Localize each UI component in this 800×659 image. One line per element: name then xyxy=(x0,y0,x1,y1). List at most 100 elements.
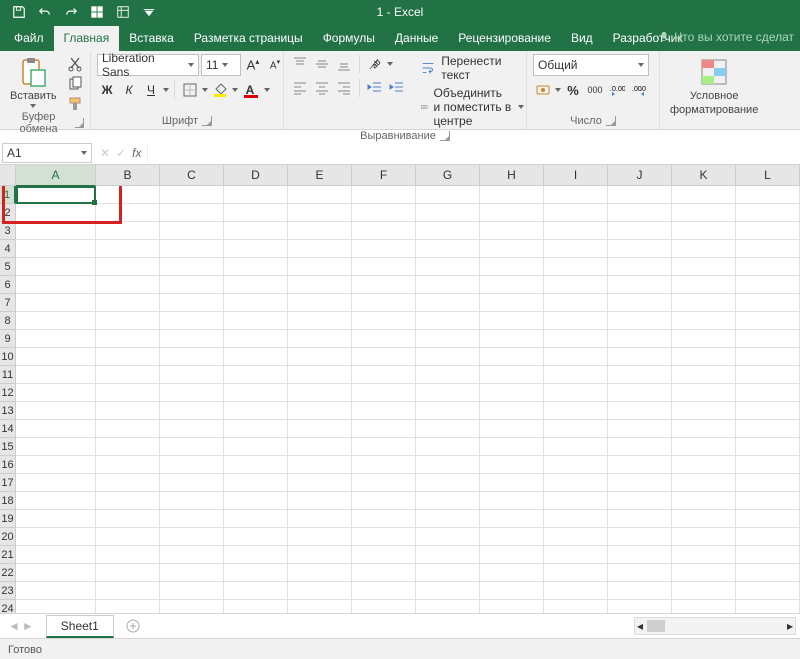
cell[interactable] xyxy=(608,204,672,222)
cell[interactable] xyxy=(544,258,608,276)
cell[interactable] xyxy=(16,240,96,258)
cell[interactable] xyxy=(416,510,480,528)
cell[interactable] xyxy=(96,312,160,330)
sheet-nav-prev[interactable]: ◄ xyxy=(8,619,20,633)
cell[interactable] xyxy=(16,456,96,474)
cell[interactable] xyxy=(544,348,608,366)
tell-me-search[interactable]: Что вы хотите сделат xyxy=(658,30,794,44)
cell[interactable] xyxy=(96,348,160,366)
cell[interactable] xyxy=(352,582,416,600)
cell[interactable] xyxy=(416,564,480,582)
cell[interactable] xyxy=(160,510,224,528)
cell[interactable] xyxy=(736,312,800,330)
cell[interactable] xyxy=(544,402,608,420)
cell[interactable] xyxy=(96,240,160,258)
cell[interactable] xyxy=(288,276,352,294)
row-header[interactable]: 19 xyxy=(0,510,16,528)
row-header[interactable]: 23 xyxy=(0,582,16,600)
cell[interactable] xyxy=(224,510,288,528)
scroll-thumb[interactable] xyxy=(647,620,665,632)
cell[interactable] xyxy=(480,222,544,240)
cell[interactable] xyxy=(16,312,96,330)
cell[interactable] xyxy=(480,258,544,276)
cell[interactable] xyxy=(544,384,608,402)
cell[interactable] xyxy=(352,384,416,402)
cell[interactable] xyxy=(672,186,736,204)
column-header[interactable]: H xyxy=(480,165,544,186)
cell[interactable] xyxy=(672,492,736,510)
row-header[interactable]: 3 xyxy=(0,222,16,240)
cell[interactable] xyxy=(160,330,224,348)
cell[interactable] xyxy=(352,510,416,528)
cell[interactable] xyxy=(160,348,224,366)
cell[interactable] xyxy=(288,258,352,276)
cell[interactable] xyxy=(160,240,224,258)
cell[interactable] xyxy=(16,258,96,276)
cell[interactable] xyxy=(16,438,96,456)
cell[interactable] xyxy=(608,240,672,258)
cell[interactable] xyxy=(96,546,160,564)
cell[interactable] xyxy=(480,240,544,258)
cell[interactable] xyxy=(736,564,800,582)
cell[interactable] xyxy=(736,402,800,420)
align-bottom-button[interactable] xyxy=(334,54,354,74)
cell[interactable] xyxy=(736,330,800,348)
cell[interactable] xyxy=(544,474,608,492)
cell[interactable] xyxy=(16,222,96,240)
select-all-corner[interactable] xyxy=(0,165,16,186)
cell[interactable] xyxy=(288,348,352,366)
cell[interactable] xyxy=(96,510,160,528)
cell[interactable] xyxy=(16,348,96,366)
cell[interactable] xyxy=(352,294,416,312)
column-header[interactable]: I xyxy=(544,165,608,186)
cell[interactable] xyxy=(96,528,160,546)
cell[interactable] xyxy=(224,474,288,492)
cell[interactable] xyxy=(608,474,672,492)
cell[interactable] xyxy=(352,240,416,258)
cell[interactable] xyxy=(16,204,96,222)
cell[interactable] xyxy=(608,258,672,276)
row-header[interactable]: 22 xyxy=(0,564,16,582)
row-header[interactable]: 1 xyxy=(0,186,16,204)
cell[interactable] xyxy=(96,384,160,402)
font-name-combo[interactable]: Liberation Sans xyxy=(97,54,199,76)
cell[interactable] xyxy=(96,366,160,384)
cell[interactable] xyxy=(608,438,672,456)
cell[interactable] xyxy=(224,528,288,546)
cell[interactable] xyxy=(608,546,672,564)
cell[interactable] xyxy=(288,312,352,330)
cell[interactable] xyxy=(736,600,800,613)
cell[interactable] xyxy=(608,510,672,528)
cell[interactable] xyxy=(608,384,672,402)
cell[interactable] xyxy=(672,258,736,276)
column-header[interactable]: L xyxy=(736,165,800,186)
cell[interactable] xyxy=(544,276,608,294)
cell[interactable] xyxy=(352,564,416,582)
cell[interactable] xyxy=(480,492,544,510)
underline-dropdown[interactable] xyxy=(163,88,169,92)
cell[interactable] xyxy=(352,330,416,348)
cell[interactable] xyxy=(288,240,352,258)
cell[interactable] xyxy=(96,438,160,456)
cell[interactable] xyxy=(288,420,352,438)
qat-table-icon[interactable] xyxy=(110,0,136,24)
cell[interactable] xyxy=(416,312,480,330)
cell[interactable] xyxy=(96,222,160,240)
cell[interactable] xyxy=(96,600,160,613)
cell[interactable] xyxy=(544,456,608,474)
cell[interactable] xyxy=(736,510,800,528)
column-header[interactable]: J xyxy=(608,165,672,186)
cell[interactable] xyxy=(480,546,544,564)
row-header[interactable]: 24 xyxy=(0,600,16,613)
align-right-button[interactable] xyxy=(334,78,354,98)
cell[interactable] xyxy=(672,276,736,294)
cell[interactable] xyxy=(736,240,800,258)
shrink-font-button[interactable]: A▾ xyxy=(265,55,285,75)
cell[interactable] xyxy=(16,420,96,438)
cell[interactable] xyxy=(480,186,544,204)
row-header[interactable]: 6 xyxy=(0,276,16,294)
cell[interactable] xyxy=(480,330,544,348)
cell[interactable] xyxy=(160,294,224,312)
cell[interactable] xyxy=(96,204,160,222)
cell[interactable] xyxy=(736,348,800,366)
